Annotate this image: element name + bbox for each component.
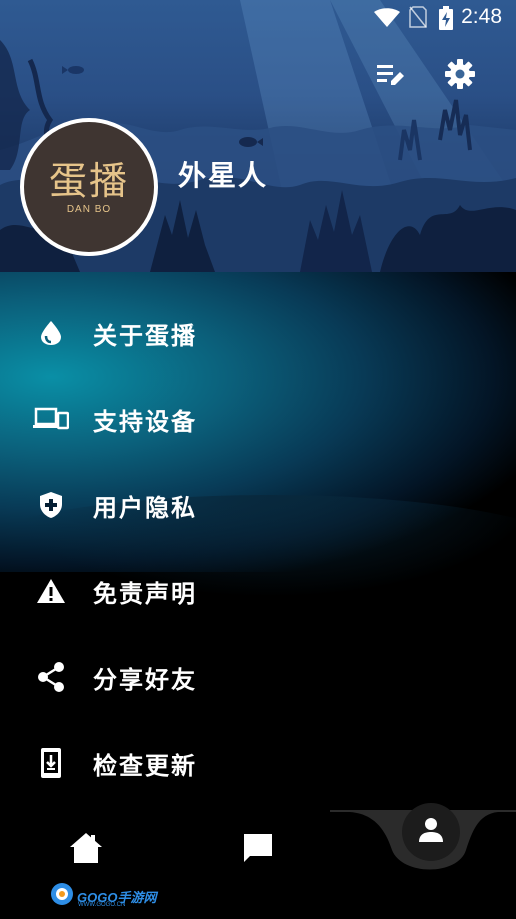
menu-item-label: 免责声明 xyxy=(93,579,197,608)
profile-screen: 2:48 蛋播 DAN BO 外星人 关于蛋播 支持设备 用户隐私 免责声明 分… xyxy=(0,0,516,919)
gogo-logo-icon xyxy=(50,882,74,910)
drop-icon xyxy=(32,314,70,352)
menu-item-disclaimer[interactable]: 免责声明 xyxy=(0,548,516,634)
share-icon xyxy=(32,658,70,696)
menu-item-label: 分享好友 xyxy=(93,665,197,694)
devices-icon xyxy=(32,400,70,438)
menu-item-about[interactable]: 关于蛋播 xyxy=(0,290,516,376)
playlist-edit-icon xyxy=(375,61,405,91)
menu-item-privacy[interactable]: 用户隐私 xyxy=(0,462,516,548)
shield-icon xyxy=(32,486,70,524)
chat-icon xyxy=(242,832,274,868)
menu-item-label: 关于蛋播 xyxy=(93,321,197,350)
settings-gear-icon xyxy=(445,59,475,93)
menu-item-update[interactable]: 检查更新 xyxy=(0,720,516,806)
username[interactable]: 外星人 xyxy=(178,154,268,194)
wifi-icon xyxy=(374,8,400,32)
menu-item-devices[interactable]: 支持设备 xyxy=(0,376,516,462)
person-icon xyxy=(418,817,444,847)
menu-item-label: 支持设备 xyxy=(93,407,197,436)
menu-item-share[interactable]: 分享好友 xyxy=(0,634,516,720)
watermark-subtext: WWW.GOGO.CN xyxy=(78,902,126,908)
status-bar: 2:48 xyxy=(0,0,516,34)
no-sim-icon xyxy=(409,6,427,32)
menu-item-label: 用户隐私 xyxy=(93,493,197,522)
avatar[interactable]: 蛋播 DAN BO xyxy=(20,118,158,256)
settings-button[interactable] xyxy=(442,58,478,94)
home-icon xyxy=(69,832,103,868)
battery-charging-icon xyxy=(439,6,453,34)
menu-item-label: 检查更新 xyxy=(93,751,197,780)
nav-profile-button[interactable] xyxy=(402,803,460,861)
playlist-edit-button[interactable] xyxy=(372,58,408,94)
gogo-watermark: GOGO手游网 WWW.GOGO.CN xyxy=(50,883,156,909)
nav-home-button[interactable] xyxy=(62,828,110,872)
clock: 2:48 xyxy=(461,5,502,28)
warning-icon xyxy=(32,572,70,610)
nav-chat-button[interactable] xyxy=(234,828,282,872)
avatar-logo-subtext: DAN BO xyxy=(66,203,112,215)
avatar-logo-text: 蛋播 xyxy=(48,158,129,203)
phone-download-icon xyxy=(32,744,70,782)
